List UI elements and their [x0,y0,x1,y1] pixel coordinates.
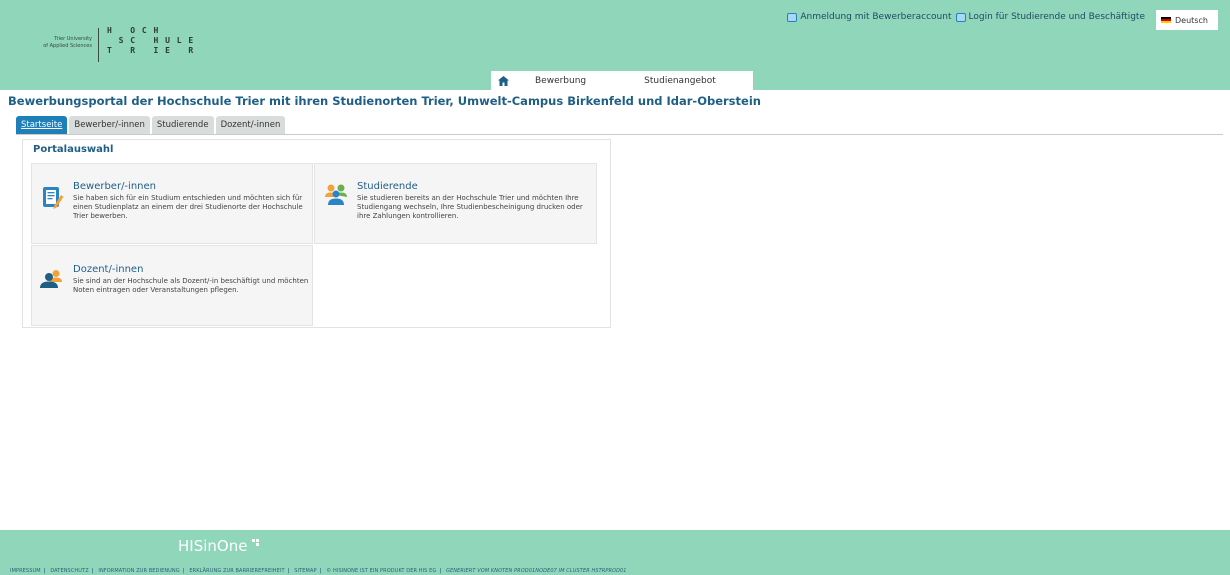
footer-separator: | [91,568,94,574]
students-group-icon [323,184,349,210]
hochschule-trier-logo[interactable]: Trier University of Applied Sciences H O… [32,22,232,62]
applicant-login-link[interactable]: Anmeldung mit Bewerberaccount [787,12,952,22]
portal-card-bewerber[interactable]: Bewerber/-innen Sie haben sich für ein S… [31,163,313,244]
footer-node-info: GENERIERT VOM KNOTEN PROD01NODE07 IM CLU… [446,568,627,574]
applicant-login-label: Anmeldung mit Bewerberaccount [800,12,952,22]
logo-line-2: of Applied Sciences [43,43,92,49]
tab-divider [16,134,1223,135]
footer-link-datenschutz[interactable]: DATENSCHUTZ [50,568,88,574]
logo-wordmark: H O C H S C H U L E T R I E R [107,26,195,55]
hisinone-dots-icon [252,539,260,547]
lecturers-icon [39,269,65,293]
footer-links: IMPRESSUM | DATENSCHUTZ | INFORMATION ZUR … [10,568,627,574]
tab-bewerber[interactable]: Bewerber/-innen [69,116,150,134]
portal-card-studierende[interactable]: Studierende Sie studieren bereits an der… [314,163,597,244]
card-title-studierende: Studierende [357,181,418,192]
page-title: Bewerbungsportal der Hochschule Trier mi… [8,94,761,108]
top-links: Anmeldung mit Bewerberaccount Login für … [787,12,1145,22]
footer-link-impressum[interactable]: IMPRESSUM [10,568,41,574]
staff-login-link[interactable]: Login für Studierende und Beschäftigte [955,12,1146,22]
home-icon[interactable] [491,75,515,86]
footer-link-barrierefreiheit[interactable]: ERKLÄRUNG ZUR BARRIEREFREIHEIT [189,568,284,574]
footer-separator: | [439,568,442,574]
tab-startseite[interactable]: Startseite [16,116,68,134]
tab-bar: Startseite Bewerber/-innen Studierende D… [16,116,286,134]
footer-separator: | [43,568,46,574]
footer-link-sitemap[interactable]: SITEMAP [294,568,316,574]
card-text-studierende: Sie studieren bereits an der Hochschule … [357,194,583,220]
staff-login-label: Login für Studierende und Beschäftigte [968,12,1146,22]
empty-grid-cell [314,245,597,326]
german-flag-icon [1161,17,1171,23]
footer-link-bedienung[interactable]: INFORMATION ZUR BEDIENUNG [98,568,179,574]
hisinone-logo: HISinOne [178,537,248,555]
footer-separator: | [319,568,322,574]
tab-studierende[interactable]: Studierende [151,116,214,134]
footer-separator: | [287,568,290,574]
login-icon [955,12,966,22]
footer-separator: | [182,568,185,574]
language-selector[interactable]: Deutsch [1156,10,1218,30]
nav-bewerbung[interactable]: Bewerbung [535,76,586,86]
logo-subtitle: Trier University of Applied Sciences [32,36,92,50]
main-navigation: Bewerbung Studienangebot [491,71,753,90]
language-label: Deutsch [1175,15,1208,25]
logo-line-1: Trier University [54,36,92,42]
card-text-dozenten: Sie sind an der Hochschule als Dozent/-i… [73,277,309,294]
portal-title: Portalauswahl [33,144,114,155]
header: Trier University of Applied Sciences H O… [0,0,1230,90]
footer-link-his[interactable]: © HISINONE IST EIN PRODUKT DER HIS EG [326,568,436,574]
application-form-icon [42,186,64,214]
card-title-bewerber: Bewerber/-innen [73,181,156,192]
tab-dozenten[interactable]: Dozent/-innen [215,116,286,134]
card-text-bewerber: Sie haben sich für ein Studium entschied… [73,194,303,220]
nav-studienangebot[interactable]: Studienangebot [644,76,716,86]
portal-card-dozenten[interactable]: Dozent/-innen Sie sind an der Hochschule… [31,245,313,326]
portal-panel: Portalauswahl Bewerber/-innen Sie haben … [22,139,611,328]
login-icon [787,12,798,22]
logo-separator [98,28,99,62]
card-title-dozenten: Dozent/-innen [73,264,144,275]
footer: HISinOne IMPRESSUM | DATENSCHUTZ | INFORMA… [0,530,1230,575]
